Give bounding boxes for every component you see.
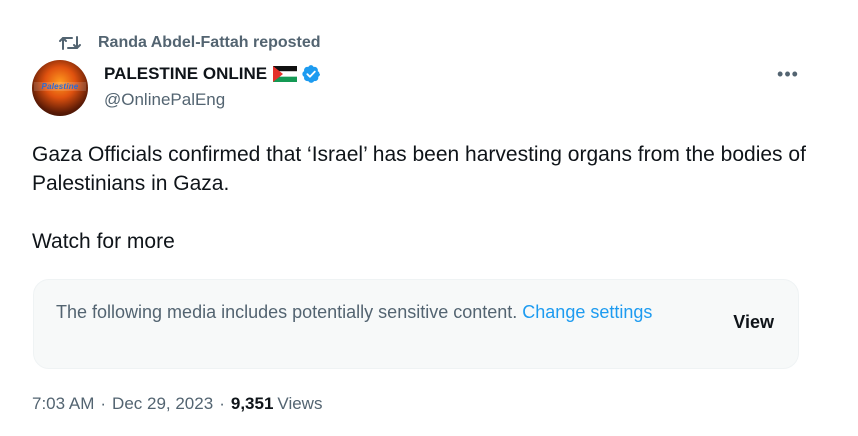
sensitive-content-notice: The following media includes potentially…	[33, 279, 799, 369]
change-settings-link[interactable]: Change settings	[522, 302, 652, 322]
repost-label[interactable]: Randa Abdel-Fattah reposted	[98, 34, 321, 52]
verified-badge-icon	[301, 64, 321, 84]
more-options-button[interactable]: •••	[770, 60, 806, 88]
author-display-name[interactable]: PALESTINE ONLINE	[104, 64, 267, 84]
views-label: Views	[277, 394, 323, 413]
author-name-row: PALESTINE ONLINE	[104, 61, 321, 87]
repost-header[interactable]: Randa Abdel-Fattah reposted	[58, 31, 321, 55]
tweet-time[interactable]: 7:03 AM	[32, 394, 94, 414]
tweet-date[interactable]: Dec 29, 2023	[112, 394, 213, 414]
palestine-flag-icon	[273, 66, 298, 82]
sensitive-message-text: The following media includes potentially…	[56, 302, 518, 322]
author-handle[interactable]: @OnlinePalEng	[104, 90, 225, 110]
avatar-logo-text: Palestine	[34, 82, 86, 91]
meta-separator: ·	[100, 394, 107, 413]
repost-icon	[58, 33, 84, 53]
tweet-text: Gaza Officials confirmed that ‘Israel’ h…	[32, 140, 812, 256]
views-count[interactable]: 9,351	[231, 394, 274, 414]
tweet-paragraph: Watch for more	[32, 230, 175, 253]
tweet-meta: 7:03 AM · Dec 29, 2023 · 9,351 Views	[32, 394, 322, 414]
more-options-icon: •••	[777, 63, 799, 84]
meta-separator: ·	[219, 394, 225, 413]
view-button[interactable]: View	[733, 312, 774, 333]
avatar[interactable]: Palestine	[32, 60, 88, 116]
tweet-paragraph: Gaza Officials confirmed that ‘Israel’ h…	[32, 143, 806, 195]
sensitive-message: The following media includes potentially…	[56, 299, 696, 325]
